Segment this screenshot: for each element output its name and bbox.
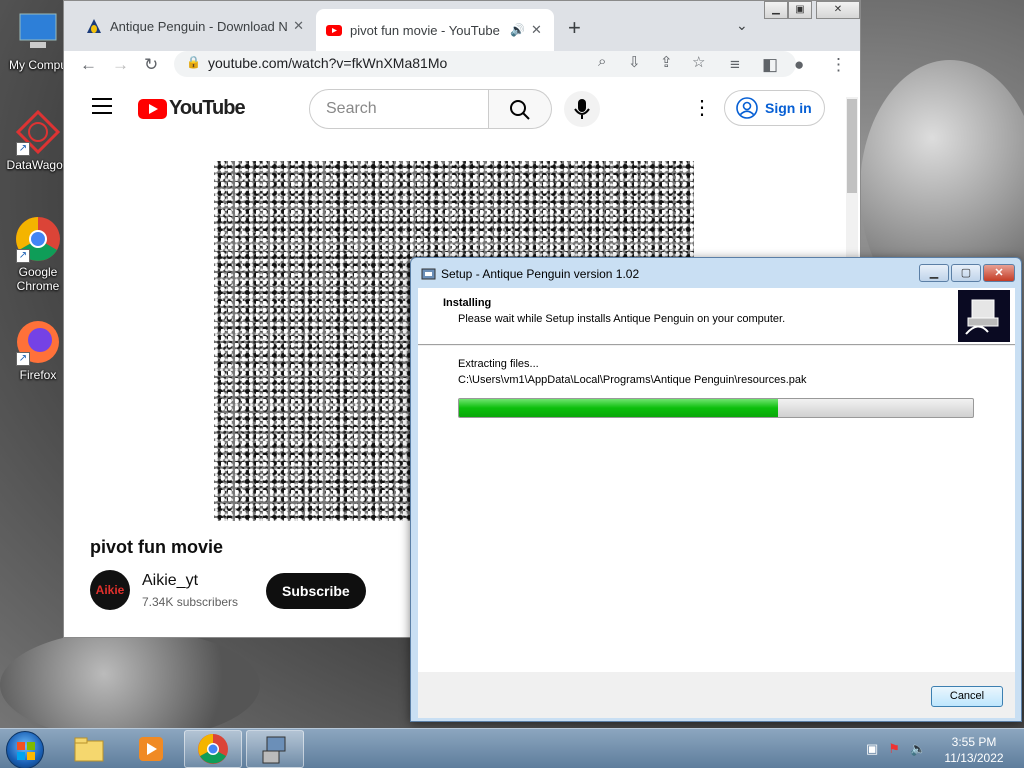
subscriber-count: 7.34K subscribers	[142, 595, 239, 609]
volume-icon[interactable]: 🔈	[910, 741, 926, 757]
install-heading: Installing	[443, 297, 492, 309]
back-icon[interactable]: ←	[80, 55, 97, 75]
dialog-content: Extracting files... C:\Users\vm1\AppData…	[418, 346, 1015, 672]
system-tray: ▣ ⚑ 🔈	[866, 741, 926, 757]
clock[interactable]: 3:55 PM 11/13/2022	[940, 734, 1008, 766]
setup-icon	[262, 736, 286, 764]
profile-icon[interactable]: ●	[794, 55, 804, 75]
maximize-button[interactable]: ▣	[788, 1, 812, 19]
sign-in-label: Sign in	[765, 100, 812, 116]
scrollbar-thumb[interactable]	[847, 99, 857, 193]
new-tab-button[interactable]: +	[568, 15, 581, 41]
taskbar: ▣ ⚑ 🔈 3:55 PM 11/13/2022	[0, 728, 1024, 768]
chrome-icon: ↗	[14, 215, 62, 263]
clock-date: 11/13/2022	[944, 751, 1004, 765]
tab-title: pivot fun movie - YouTube	[350, 22, 500, 38]
taskbar-setup[interactable]	[246, 730, 304, 768]
windows-logo-icon	[17, 742, 35, 760]
dialog-title-bar: Setup - Antique Penguin version 1.02	[421, 266, 639, 282]
video-title: pivot fun movie	[90, 537, 224, 557]
tab-search-icon[interactable]: ⌄	[736, 17, 748, 34]
search-input[interactable]: Search	[309, 89, 489, 129]
subscribe-button[interactable]: Subscribe	[266, 573, 366, 609]
forward-icon[interactable]: →	[112, 55, 129, 75]
address-bar[interactable]: 🔒 youtube.com/watch?v=fkWnXMa81Mo ⌕ ⇩ ⇪ …	[174, 51, 796, 77]
action-center-icon[interactable]: ⚑	[888, 741, 900, 757]
cancel-button[interactable]: Cancel	[931, 686, 1003, 707]
zoom-icon[interactable]: ⌕	[598, 53, 606, 70]
installer-logo-icon	[958, 290, 1010, 342]
menu-dots-icon[interactable]: ⋮	[830, 55, 847, 75]
microphone-button[interactable]	[564, 91, 600, 127]
close-icon[interactable]: ✕	[293, 18, 304, 34]
hamburger-menu-icon[interactable]	[92, 98, 112, 119]
account-icon	[736, 97, 758, 119]
clock-time: 3:55 PM	[951, 735, 997, 749]
side-panel-icon[interactable]: ◧	[762, 55, 778, 75]
taskbar-explorer[interactable]	[60, 730, 118, 768]
dialog-minimize-button[interactable]: ▁	[919, 264, 949, 282]
network-icon[interactable]: ▣	[866, 741, 878, 757]
tab-antique-penguin[interactable]: Antique Penguin - Download No ✕	[76, 9, 314, 43]
dialog-maximize-button[interactable]: ▢	[951, 264, 981, 282]
computer-icon	[14, 8, 62, 56]
tab-youtube[interactable]: pivot fun movie - YouTube 🔊 ✕	[316, 9, 554, 51]
youtube-header: YouTube Search ⋮ Sign in	[64, 83, 844, 139]
sign-in-button[interactable]: Sign in	[724, 90, 825, 126]
dialog-title: Setup - Antique Penguin version 1.02	[441, 267, 640, 281]
firefox-icon: ↗	[14, 318, 62, 366]
youtube-favicon	[326, 22, 342, 38]
search-icon	[510, 100, 530, 120]
dialog-body: Installing Please wait while Setup insta…	[418, 288, 1015, 718]
datawagon-icon: ↗	[14, 108, 62, 156]
close-window-button[interactable]: ✕	[816, 1, 860, 19]
file-path-text: C:\Users\vm1\AppData\Local\Programs\Anti…	[458, 374, 807, 386]
bookmark-star-icon[interactable]: ☆	[692, 53, 705, 71]
media-player-icon	[139, 737, 163, 761]
setup-dialog: Setup - Antique Penguin version 1.02 ▁ ▢…	[410, 257, 1022, 722]
audio-icon[interactable]: 🔊	[510, 23, 525, 37]
browser-toolbar: ← → ↻ 🔒 youtube.com/watch?v=fkWnXMa81Mo …	[64, 51, 860, 81]
tab-title: Antique Penguin - Download No	[110, 18, 288, 34]
reload-icon[interactable]: ↻	[144, 55, 158, 75]
media-control-icon[interactable]: ≡	[730, 55, 740, 75]
settings-dots-icon[interactable]: ⋮	[692, 95, 712, 120]
microphone-icon	[574, 99, 590, 119]
dialog-header: Installing Please wait while Setup insta…	[418, 288, 1015, 345]
minimize-button[interactable]: ▁	[764, 1, 788, 19]
install-subheading: Please wait while Setup installs Antique…	[458, 313, 786, 325]
chrome-icon	[198, 734, 228, 764]
youtube-logo-text: YouTube	[169, 97, 246, 119]
channel-avatar[interactable]: Aikie	[90, 570, 130, 610]
install-icon[interactable]: ⇩	[628, 53, 641, 71]
wallpaper-shape	[0, 630, 260, 740]
dialog-close-button[interactable]: ✕	[983, 264, 1015, 282]
tab-strip: Antique Penguin - Download No ✕ pivot fu…	[64, 1, 860, 51]
taskbar-chrome[interactable]	[184, 730, 242, 768]
taskbar-media-player[interactable]	[122, 730, 180, 768]
youtube-play-icon	[138, 98, 167, 119]
setup-icon	[421, 268, 436, 280]
lock-icon: 🔒	[186, 55, 201, 69]
share-icon[interactable]: ⇪	[660, 53, 673, 71]
close-icon[interactable]: ✕	[531, 22, 542, 38]
install-progress-bar	[458, 398, 974, 418]
explorer-icon	[74, 737, 104, 762]
progress-fill	[459, 399, 778, 417]
channel-name[interactable]: Aikie_yt	[142, 572, 198, 590]
url-text: youtube.com/watch?v=fkWnXMa81Mo	[208, 55, 448, 71]
penguin-favicon	[86, 18, 102, 34]
search-button[interactable]	[489, 89, 552, 129]
start-button[interactable]	[6, 731, 44, 768]
youtube-logo[interactable]: YouTube	[138, 97, 246, 120]
status-text: Extracting files...	[458, 358, 539, 370]
